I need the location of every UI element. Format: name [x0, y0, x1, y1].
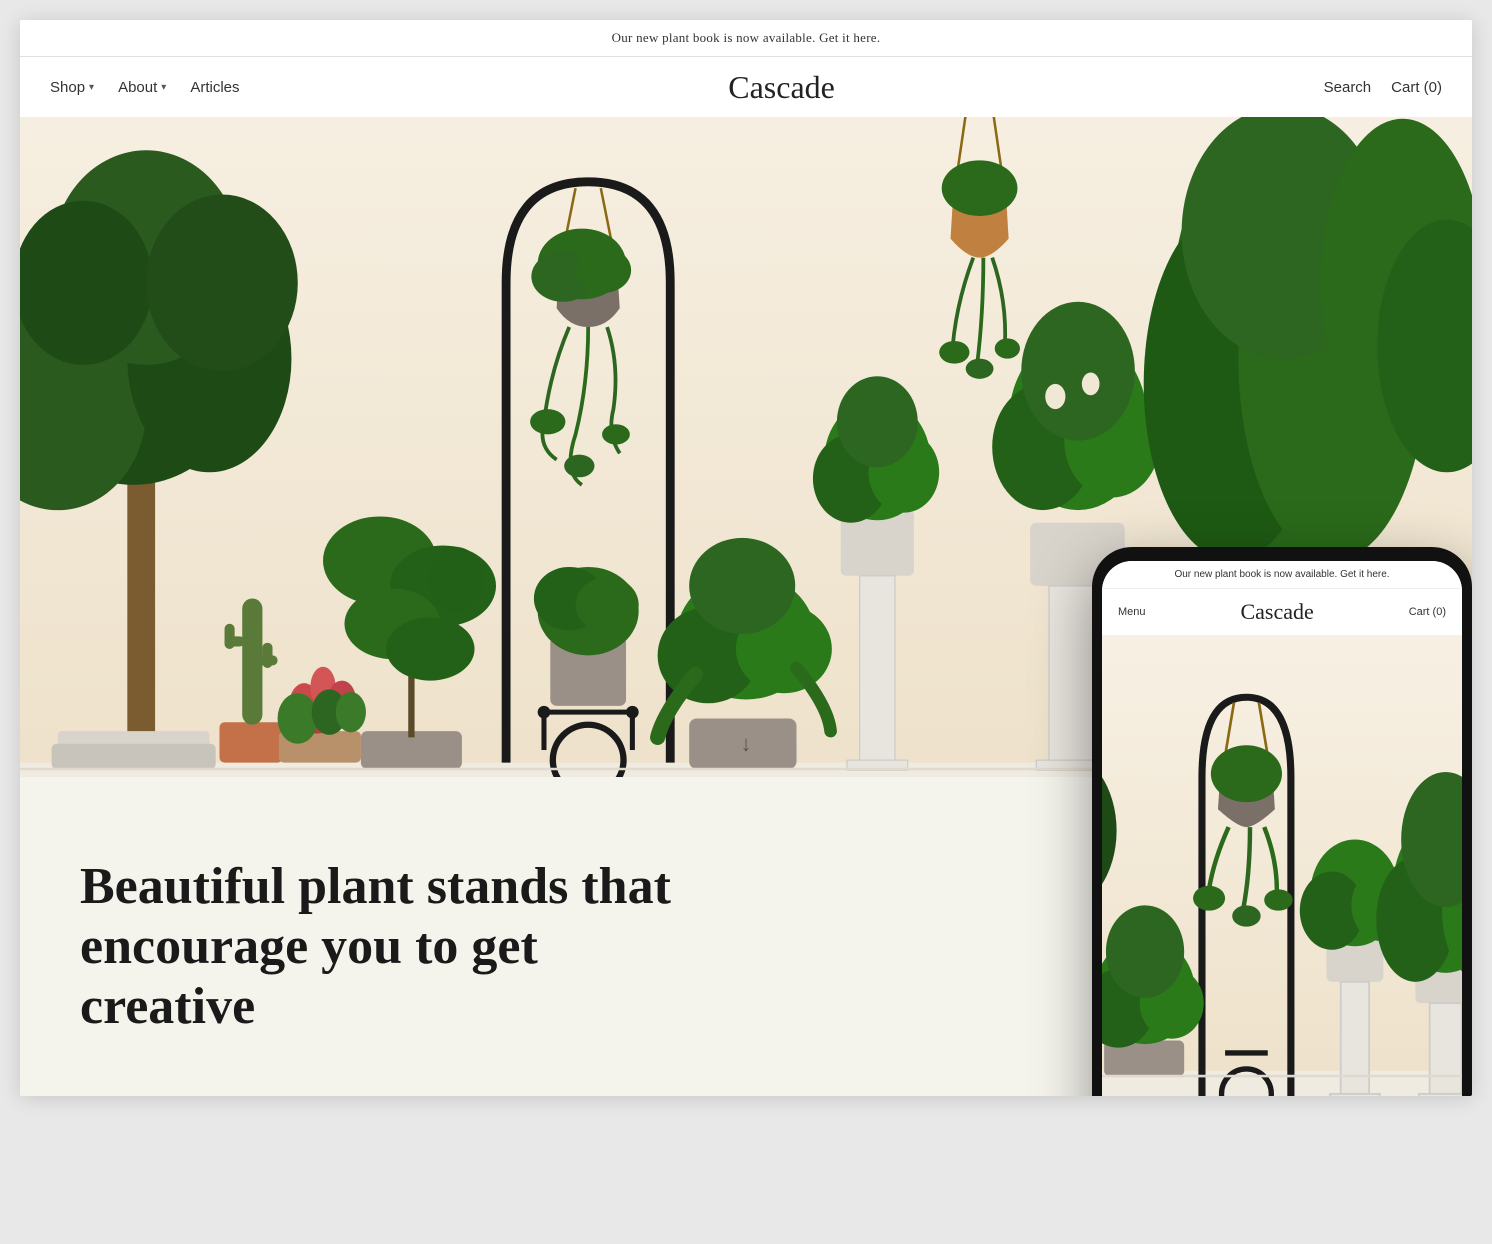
hero-tagline: Beautiful plant stands that encourage yo…: [80, 857, 680, 1036]
phone-menu-button[interactable]: Menu: [1118, 606, 1146, 618]
phone-navigation: Menu Cascade Cart (0): [1102, 589, 1462, 635]
site-logo[interactable]: Cascade: [240, 69, 1324, 106]
phone-logo[interactable]: Cascade: [1240, 599, 1313, 625]
nav-articles[interactable]: Articles: [190, 79, 239, 96]
nav-right: Search Cart (0): [1324, 79, 1442, 96]
nav-left: Shop ▾ About ▾ Articles: [50, 79, 240, 96]
shop-chevron-icon: ▾: [89, 82, 94, 93]
phone-mockup: Our new plant book is now available. Get…: [1092, 547, 1472, 1096]
nav-search[interactable]: Search: [1324, 79, 1372, 96]
announcement-text: Our new plant book is now available. Get…: [612, 30, 881, 45]
announcement-bar: Our new plant book is now available. Get…: [20, 20, 1472, 57]
phone-cart[interactable]: Cart (0): [1409, 606, 1446, 618]
phone-hero: ↓: [1102, 635, 1462, 1096]
phone-screen: Our new plant book is now available. Get…: [1102, 561, 1462, 1096]
outer-wrapper: Our new plant book is now available. Get…: [20, 20, 1472, 1096]
phone-plant-scene: [1102, 635, 1462, 1096]
below-hero-section: Beautiful plant stands that encourage yo…: [20, 777, 1472, 1096]
about-chevron-icon: ▾: [161, 82, 166, 93]
nav-about[interactable]: About ▾: [118, 79, 166, 96]
nav-shop[interactable]: Shop ▾: [50, 79, 94, 96]
scroll-down-arrow[interactable]: ↓: [741, 731, 752, 757]
navigation: Shop ▾ About ▾ Articles Cascade Search: [20, 57, 1472, 117]
nav-cart[interactable]: Cart (0): [1391, 79, 1442, 96]
phone-announcement-bar: Our new plant book is now available. Get…: [1102, 561, 1462, 589]
desktop-site: Our new plant book is now available. Get…: [20, 20, 1472, 1096]
